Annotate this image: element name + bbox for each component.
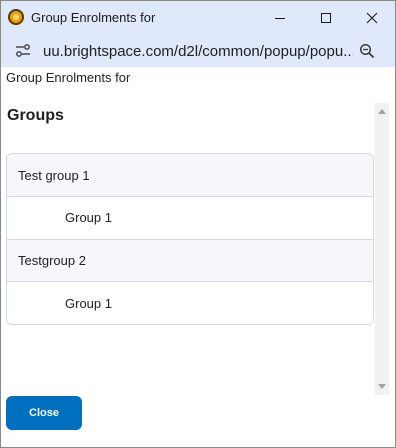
minimize-icon [275, 18, 285, 19]
url-field[interactable]: uu.brightspace.com/d2l/common/popup/popu… [43, 43, 353, 60]
page-header: Group Enrolments for [6, 70, 131, 85]
brightspace-app-icon [8, 9, 24, 25]
page-content: Group Enrolments for Groups Test group 1… [1, 67, 395, 447]
window-title: Group Enrolments for [31, 10, 156, 25]
scroll-down-arrow-icon[interactable] [378, 384, 386, 389]
scroll-up-arrow-icon[interactable] [378, 109, 386, 114]
groups-heading: Groups [7, 107, 64, 124]
group-row: Group 1 [7, 281, 373, 324]
group-row: Group 1 [7, 196, 373, 238]
maximize-icon [321, 13, 331, 23]
minimize-button[interactable] [257, 1, 303, 35]
maximize-button[interactable] [303, 1, 349, 35]
close-button[interactable]: Close [6, 396, 82, 430]
group-category-name: Testgroup 2 [18, 253, 86, 268]
title-bar[interactable]: Group Enrolments for [1, 1, 395, 35]
group-category-row: Test group 1 [7, 154, 373, 196]
group-category-name: Test group 1 [18, 167, 90, 183]
group-name: Group 1 [65, 295, 112, 311]
address-bar: uu.brightspace.com/d2l/common/popup/popu… [1, 35, 395, 67]
close-window-button[interactable] [349, 1, 395, 35]
close-icon [366, 12, 378, 24]
popup-window: Group Enrolments for uu.brightspace.com/… [0, 0, 396, 448]
group-category-row: Testgroup 2 [7, 239, 373, 281]
zoom-icon[interactable] [359, 43, 375, 59]
group-name: Group 1 [65, 210, 112, 225]
scrollbar[interactable] [375, 103, 389, 395]
site-info-icon[interactable] [15, 44, 31, 58]
groups-list: Test group 1 Group 1 Testgroup 2 Group 1 [6, 153, 374, 325]
